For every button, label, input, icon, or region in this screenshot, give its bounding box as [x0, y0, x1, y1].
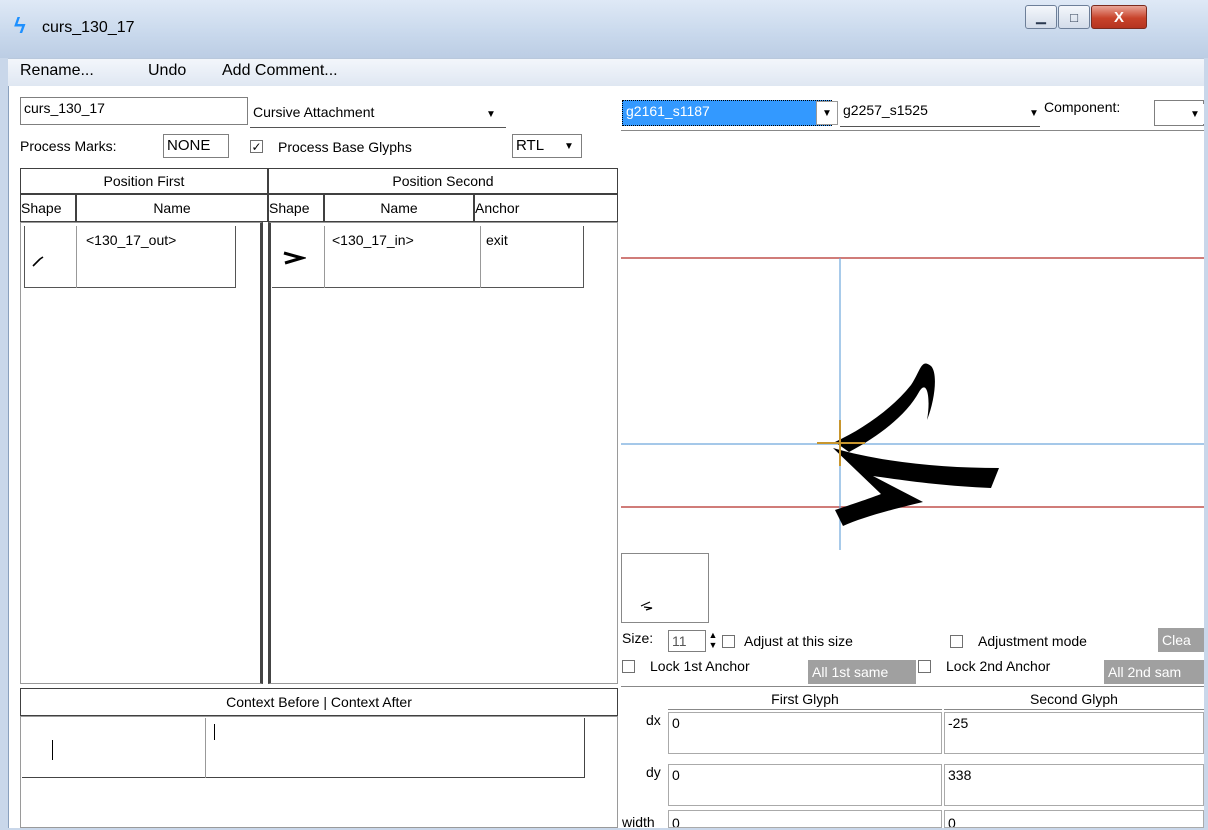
lock1-checkbox[interactable] — [622, 660, 635, 673]
stroke-glyph-icon — [32, 256, 44, 267]
col-name-first: Name — [76, 194, 268, 222]
chevron-down-icon[interactable]: ▼ — [1026, 102, 1042, 124]
close-button[interactable]: X — [1091, 5, 1147, 29]
lookup-name-field[interactable]: curs_130_17 — [20, 97, 248, 125]
context-row[interactable] — [22, 718, 585, 778]
thumbnail-glyph-icon — [640, 601, 653, 611]
menu-undo[interactable]: Undo — [148, 62, 186, 80]
size-label: Size: — [622, 630, 654, 646]
adjust-size-label: Adjust at this size — [744, 633, 853, 649]
process-base-checkbox[interactable]: ✓ — [250, 140, 263, 153]
col-shape-first: Shape — [20, 194, 76, 222]
size-spinner[interactable]: ▲ ▼ — [706, 630, 720, 652]
dx-first-field[interactable]: 0 — [668, 712, 942, 754]
chevron-down-icon[interactable]: ▼ — [560, 137, 578, 155]
col-second-glyph: Second Glyph — [944, 688, 1204, 710]
dy-first-field[interactable]: 0 — [668, 764, 942, 806]
process-marks-field[interactable]: NONE — [163, 134, 229, 158]
process-marks-label: Process Marks: — [20, 138, 117, 154]
window-title: curs_130_17 — [42, 19, 135, 36]
divider — [205, 718, 206, 778]
dy-second-field[interactable]: 338 — [944, 764, 1204, 806]
width-second-field[interactable]: 0 — [944, 810, 1204, 828]
lock2-checkbox[interactable] — [918, 660, 931, 673]
maximize-button[interactable]: □ — [1058, 5, 1090, 29]
menu-add-comment[interactable]: Add Comment... — [222, 62, 338, 80]
lock1-label: Lock 1st Anchor — [650, 658, 750, 674]
size-field[interactable]: 11 — [668, 630, 706, 652]
first-glyph-name: <130_17_out> — [86, 232, 177, 248]
menu-rename[interactable]: Rename... — [20, 62, 94, 80]
dy-label: dy — [646, 764, 661, 780]
table-row[interactable] — [272, 226, 584, 288]
chevron-glyph-icon — [283, 251, 306, 265]
col-name-second: Name — [324, 194, 474, 222]
col-anchor-second: Anchor — [474, 194, 618, 222]
menu-bar — [8, 58, 1204, 86]
second-glyph-list[interactable] — [268, 222, 618, 684]
dx-label: dx — [646, 712, 661, 728]
divider — [480, 226, 481, 288]
divider — [840, 126, 1040, 127]
all1-same-button[interactable]: All 1st same — [808, 660, 916, 684]
minimize-button[interactable]: ▁ — [1025, 5, 1057, 29]
context-after-caret — [214, 724, 215, 740]
second-glyph-name: <130_17_in> — [332, 232, 414, 248]
divider — [250, 127, 506, 128]
second-glyph-anchor: exit — [486, 232, 508, 248]
adjust-mode-label: Adjustment mode — [978, 633, 1087, 649]
col-shape-second: Shape — [268, 194, 324, 222]
divider — [76, 226, 77, 288]
context-before-caret — [52, 740, 53, 760]
first-glyph-list[interactable] — [20, 222, 263, 684]
adjust-mode-checkbox[interactable] — [950, 635, 963, 648]
lookup-type-select[interactable]: Cursive Attachment — [250, 102, 506, 128]
lock2-label: Lock 2nd Anchor — [946, 658, 1051, 674]
dx-second-field[interactable]: -25 — [944, 712, 1204, 754]
header-position-second: Position Second — [268, 168, 618, 194]
divider — [324, 226, 325, 288]
adjust-size-checkbox[interactable] — [722, 635, 735, 648]
glyph2-select[interactable]: g2257_s1525 — [840, 100, 1040, 126]
chevron-down-icon[interactable]: ▼ — [816, 101, 838, 125]
glyph1-select[interactable]: g2161_s1187 — [622, 100, 832, 126]
glyph-thumbnail — [621, 553, 709, 623]
all2-same-button[interactable]: All 2nd sam — [1104, 660, 1204, 684]
header-position-first: Position First — [20, 168, 268, 194]
width-first-field[interactable]: 0 — [668, 810, 942, 828]
col-first-glyph: First Glyph — [668, 688, 942, 710]
process-base-label: Process Base Glyphs — [278, 139, 412, 155]
chevron-down-icon[interactable]: ▼ — [1186, 104, 1204, 124]
chevron-down-icon[interactable]: ▼ — [480, 103, 502, 125]
context-header: Context Before | Context After — [20, 688, 618, 716]
lightning-icon: ϟ — [14, 13, 26, 38]
clear-button[interactable]: Clea — [1158, 628, 1204, 652]
component-label: Component: — [1044, 99, 1121, 115]
